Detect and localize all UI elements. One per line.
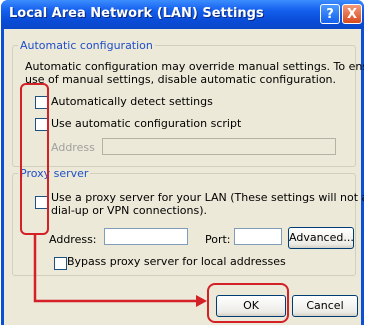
arrow-line	[33, 235, 197, 303]
pointer-arrow	[33, 235, 207, 307]
arrow-head-icon	[196, 295, 207, 307]
